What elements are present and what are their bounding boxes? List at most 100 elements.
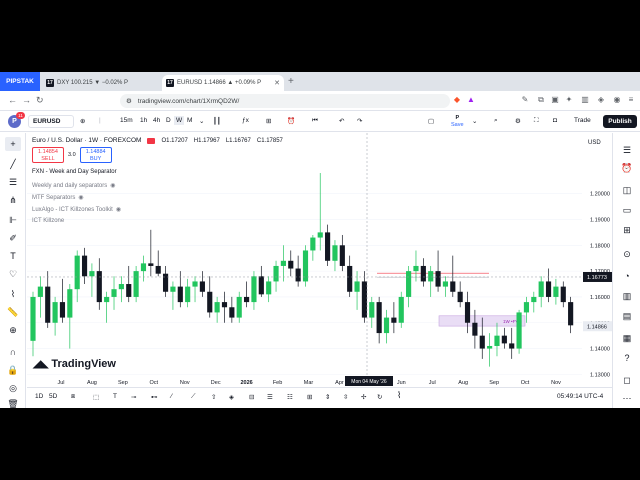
undo-icon[interactable]: ↶ (339, 117, 344, 125)
brush-icon[interactable]: ✐ (5, 231, 21, 245)
indicators-icon[interactable]: ƒx (242, 117, 249, 124)
redo-icon[interactable]: ↷ (357, 117, 362, 125)
eye-icon[interactable]: ◉ (78, 195, 83, 201)
horizontal-lines-icon[interactable]: ☰ (5, 175, 21, 189)
screener-icon[interactable]: ⊞ (620, 223, 634, 237)
trash-icon[interactable]: 🗑 (5, 397, 21, 408)
interval-4h[interactable]: 4h (153, 117, 160, 124)
browser-tab-dxy[interactable]: 17 DXY 100.215 ▼ −0.02% P (42, 75, 160, 91)
templates-icon[interactable]: ⊞ (266, 117, 271, 125)
interval-m[interactable]: M (187, 117, 192, 124)
indicator-luxalgo-killzones[interactable]: LuxAlgo - ICT Killzones Toolkit ◉ (32, 206, 121, 213)
long-position-icon[interactable]: ☰ (267, 393, 273, 401)
draw-tool-icon[interactable]: ✎ (520, 95, 530, 106)
select-icon[interactable]: ⬚ (93, 393, 99, 401)
puzzle-icon[interactable]: ✦ (564, 95, 574, 106)
zoom-in-icon[interactable]: ⊕ (5, 323, 21, 337)
text-tool-icon[interactable]: T (5, 249, 21, 263)
interval-dropdown-icon[interactable]: ⌄ (199, 117, 204, 125)
sidebar-icon[interactable]: ▥ (580, 95, 590, 106)
reload-icon[interactable]: ↻ (36, 95, 44, 106)
lock-icon[interactable]: 🔒 (5, 363, 21, 377)
watchlist-icon[interactable]: ☰ (620, 143, 634, 157)
extended-line-icon[interactable]: ⊷ (151, 393, 158, 401)
tradingview-logo[interactable]: ◢◣ TradingView (33, 358, 116, 370)
forward-icon[interactable]: → (22, 95, 31, 105)
vpn-icon[interactable]: ◉ (612, 95, 622, 106)
crosshair-icon[interactable]: + (5, 137, 21, 151)
eye-icon[interactable]: ◉ (110, 183, 115, 189)
horizontal-line-icon[interactable]: ⊟ (249, 393, 254, 401)
patterns-icon[interactable]: ⌇ (5, 287, 21, 301)
indicator-ict-killzone[interactable]: ICT Killzone (32, 218, 64, 224)
settings-icon[interactable]: ⚙ (515, 117, 521, 125)
news-icon[interactable]: ▦ (620, 331, 634, 345)
save-button[interactable]: P Save (451, 115, 464, 129)
interval-d[interactable]: D (166, 117, 171, 124)
magnet-icon[interactable]: ∩ (5, 345, 21, 359)
fib-retracement-icon[interactable]: ⊩ (5, 213, 21, 227)
fib-icon[interactable]: ◈ (229, 393, 234, 401)
indicator-fxn-separator[interactable]: FXN - Week and Day Separator (32, 169, 117, 175)
clock-time[interactable]: 05:49:14 UTC-4 (557, 393, 603, 400)
profile-tab[interactable]: PIPSTAK (0, 72, 40, 91)
compare-symbol-icon[interactable]: ⊕ (80, 117, 85, 125)
forecast-icon[interactable]: ⊞ (307, 393, 312, 401)
range-5d[interactable]: 5D (49, 393, 57, 400)
pine-editor-icon[interactable]: ▥ (620, 289, 634, 303)
indicator-weekly-daily[interactable]: Weekly and daily separators ◉ (32, 182, 116, 189)
ruler-icon[interactable]: 📏 (5, 305, 21, 319)
extensions-icon[interactable]: ⧉ (536, 95, 546, 106)
more-tools-icon[interactable]: ↻ (377, 393, 382, 401)
short-position-icon[interactable]: ☷ (287, 393, 293, 401)
rewards-icon[interactable]: ▲ (466, 95, 476, 106)
hide-drawings-icon[interactable]: ◎ (5, 381, 21, 395)
trade-button[interactable]: Trade (574, 117, 591, 124)
price-range-icon[interactable]: ⇕ (325, 393, 330, 401)
streams-icon[interactable]: ▤ (620, 309, 634, 323)
ideas-icon[interactable]: ◔ (620, 269, 634, 283)
chat-icon[interactable]: ▭ (620, 203, 634, 217)
notifications-icon[interactable]: ◻ (620, 373, 634, 387)
interval-1h[interactable]: 1h (140, 117, 147, 124)
browser-tab-eurusd[interactable]: 17 EURUSD 1.14866 ▲ +0.09% P ✕ (162, 75, 284, 91)
chart-area[interactable]: USD1.200001.190001.180001.170001.160001.… (27, 133, 612, 386)
object-tree-icon[interactable]: ◫ (620, 183, 634, 197)
site-info-icon[interactable]: ⚙ (126, 97, 132, 105)
panel-menu-icon[interactable]: ⋯ (620, 391, 634, 405)
indicator-mtf-separators[interactable]: MTF Separators ◉ (32, 194, 84, 201)
help-icon[interactable]: ? (620, 351, 634, 365)
alert-icon[interactable]: ⏰ (287, 117, 295, 125)
eye-icon[interactable]: ◉ (116, 207, 121, 213)
new-tab-button[interactable]: + (288, 76, 294, 87)
menu-icon[interactable]: ≡ (626, 95, 636, 106)
buy-button[interactable]: 1.14884 BUY (79, 147, 112, 163)
heart-icon[interactable]: ♡ (5, 267, 21, 281)
wallet-icon[interactable]: ◈ (596, 95, 606, 106)
bar-style-icon[interactable]: ┃┃ (213, 117, 221, 125)
range-1d[interactable]: 1D (35, 393, 43, 400)
quick-search-icon[interactable]: ⌕ (494, 117, 498, 125)
interval-w[interactable]: W (174, 116, 185, 125)
info-line-icon[interactable]: ⟋ (191, 393, 196, 401)
text-icon[interactable]: T (113, 393, 117, 400)
trend-line-icon[interactable]: ⁄ (171, 393, 172, 400)
spark-line-icon[interactable]: ⌇ (397, 390, 401, 401)
sell-button[interactable]: 1.14854 SELL (32, 147, 64, 163)
brave-shield-icon[interactable]: ◆ (452, 95, 462, 106)
save-dropdown-icon[interactable]: ⌄ (472, 117, 477, 125)
date-range-icon[interactable]: ⧈ (71, 393, 75, 401)
url-input[interactable]: ⚙ tradingview.com/chart/1XrmQD2W/ (120, 94, 450, 108)
date-price-range-icon[interactable]: ⇳ (343, 393, 348, 401)
close-tab-icon[interactable]: ✕ (274, 79, 280, 87)
replay-icon[interactable]: ⏮ (312, 117, 318, 125)
alerts-icon[interactable]: ⏰ (620, 161, 634, 175)
trend-line-icon[interactable]: ╱ (5, 157, 21, 171)
arrow-up-icon[interactable]: ⇧ (211, 393, 216, 401)
screenshot-icon[interactable]: ▣ (550, 95, 560, 106)
pitchfork-icon[interactable]: ⋔ (5, 193, 21, 207)
interval-15m[interactable]: 15m (120, 117, 133, 124)
layout-icon[interactable]: ▢ (428, 117, 434, 125)
ray-icon[interactable]: ⊸ (131, 393, 136, 401)
publish-button[interactable]: Publish (603, 115, 637, 128)
